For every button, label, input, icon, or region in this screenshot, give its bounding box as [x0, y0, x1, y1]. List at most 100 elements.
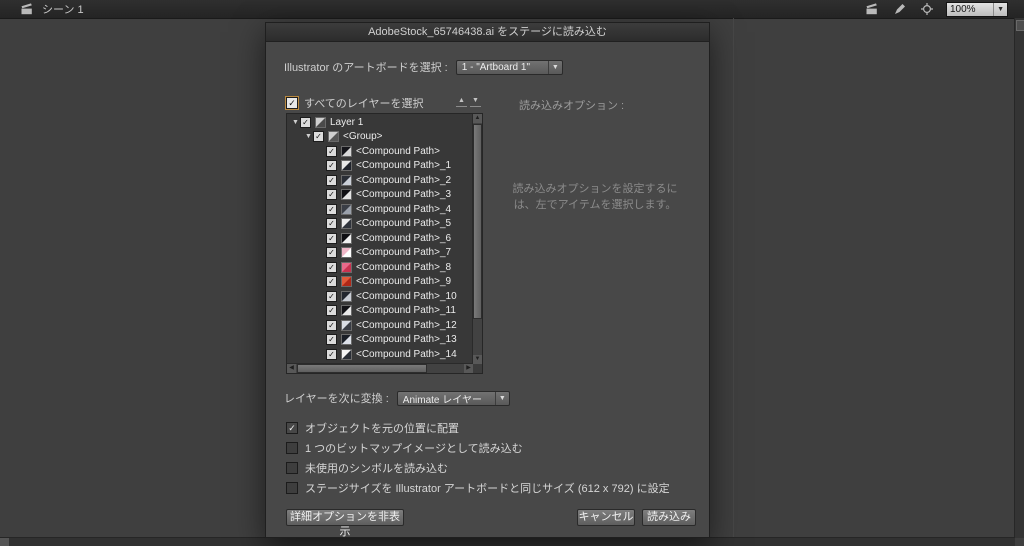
- option-row[interactable]: ✓オブジェクトを元の位置に配置: [286, 422, 670, 433]
- layer-row[interactable]: ✓ <Compound Path>: [287, 144, 473, 159]
- layer-thumbnail: [328, 131, 339, 142]
- select-all-layers-label: すべてのレイヤーを選択: [304, 95, 423, 111]
- layer-label: <Group>: [343, 131, 382, 142]
- convert-layers-select[interactable]: Animate レイヤー ▼: [397, 391, 510, 406]
- layer-checkbox[interactable]: ✓: [300, 117, 311, 128]
- layer-label: <Compound Path>_11: [356, 305, 456, 316]
- layer-row[interactable]: ✓<Compound Path>_14: [287, 347, 473, 362]
- layer-checkbox[interactable]: ✓: [326, 305, 337, 316]
- layer-row[interactable]: ✓ <Compound Path>_5: [287, 217, 473, 232]
- scroll-down-icon[interactable]: ▼: [473, 355, 482, 364]
- scrollbar-thumb[interactable]: [1016, 20, 1024, 31]
- scrollbar-corner: [473, 364, 482, 373]
- layer-checkbox[interactable]: ✓: [326, 349, 337, 360]
- layer-thumbnail: [341, 291, 352, 302]
- layer-label: Layer 1: [330, 117, 363, 128]
- artboard-select[interactable]: 1 - "Artboard 1" ▼: [456, 60, 563, 75]
- center-frame-icon[interactable]: [919, 3, 934, 15]
- layer-checkbox[interactable]: ✓: [326, 175, 337, 186]
- stage-vertical-scrollbar[interactable]: [1014, 18, 1024, 538]
- layer-thumbnail: [341, 233, 352, 244]
- chevron-down-icon: ▼: [993, 3, 1004, 16]
- expander-icon[interactable]: ▼: [291, 119, 300, 126]
- layer-row[interactable]: ✓ <Compound Path>_10: [287, 289, 473, 304]
- layer-label: <Compound Path>_10: [356, 291, 457, 302]
- layer-checkbox[interactable]: ✓: [326, 276, 337, 287]
- scroll-up-icon[interactable]: ▲: [473, 114, 482, 123]
- layer-label: <Compound Path>: [356, 146, 440, 157]
- layer-label: <Compound Path>_13: [356, 334, 457, 345]
- layer-thumbnail: [341, 349, 352, 360]
- import-options-hint: 読み込みオプションを設定するには、左でアイテムを選択します。: [512, 181, 678, 213]
- layer-row[interactable]: ▼✓ <Group>: [287, 130, 473, 145]
- layer-thumbnail: [341, 262, 352, 273]
- layer-thumbnail: [341, 189, 352, 200]
- artboard-select-label: Illustrator のアートボードを選択 :: [284, 59, 448, 75]
- edit-scene-icon[interactable]: [865, 3, 880, 15]
- layer-checkbox[interactable]: ✓: [326, 334, 337, 345]
- layer-row[interactable]: ✓ <Compound Path>_4: [287, 202, 473, 217]
- layer-thumbnail: [341, 320, 352, 331]
- layer-checkbox[interactable]: ✓: [326, 291, 337, 302]
- layer-label: <Compound Path>_4: [356, 204, 451, 215]
- stage-horizontal-scrollbar[interactable]: [0, 537, 1015, 546]
- layer-checkbox[interactable]: ✓: [326, 320, 337, 331]
- layer-checkbox[interactable]: ✓: [326, 218, 337, 229]
- layer-list-horizontal-scrollbar[interactable]: ◀ ▶: [287, 363, 473, 373]
- layer-checkbox[interactable]: ✓: [326, 233, 337, 244]
- layer-thumbnail: [341, 175, 352, 186]
- scrollbar-thumb[interactable]: [473, 124, 482, 319]
- expand-all-icon[interactable]: ▲: [456, 95, 467, 107]
- layer-thumbnail: [341, 146, 352, 157]
- zoom-select[interactable]: 100% ▼: [946, 2, 1008, 17]
- chevron-down-icon: ▼: [495, 392, 506, 405]
- layer-row[interactable]: ✓ <Compound Path>_12: [287, 318, 473, 333]
- chevron-down-icon: ▼: [548, 61, 559, 74]
- layer-checkbox[interactable]: ✓: [326, 262, 337, 273]
- layer-checkbox[interactable]: ✓: [326, 247, 337, 258]
- option-checkbox[interactable]: ✓: [286, 422, 298, 434]
- scrollbar-thumb[interactable]: [297, 364, 427, 373]
- layer-row[interactable]: ✓ <Compound Path>_9: [287, 275, 473, 290]
- scene-label: シーン 1: [42, 1, 84, 17]
- layer-thumbnail: [341, 204, 352, 215]
- layer-row[interactable]: ▼✓ Layer 1: [287, 115, 473, 130]
- edit-bar: シーン 1 100% ▼: [0, 0, 1024, 19]
- option-row[interactable]: ステージサイズを Illustrator アートボードと同じサイズ (612 x…: [286, 482, 670, 493]
- layer-checkbox[interactable]: ✓: [326, 189, 337, 200]
- layer-row[interactable]: ✓<Compound Path>_7: [287, 246, 473, 261]
- import-button[interactable]: 読み込み: [642, 509, 696, 526]
- option-checkbox[interactable]: [286, 462, 298, 474]
- layer-row[interactable]: ✓ <Compound Path>_6: [287, 231, 473, 246]
- layer-checkbox[interactable]: ✓: [313, 131, 324, 142]
- option-checkbox[interactable]: [286, 442, 298, 454]
- layer-thumbnail: [341, 160, 352, 171]
- layer-row[interactable]: ✓<Compound Path>_1: [287, 159, 473, 174]
- edit-symbol-icon[interactable]: [892, 3, 907, 15]
- scroll-right-icon[interactable]: ▶: [464, 364, 473, 373]
- layer-label: <Compound Path>_6: [356, 233, 451, 244]
- layer-checkbox[interactable]: ✓: [326, 146, 337, 157]
- layer-label: <Compound Path>_9: [356, 276, 451, 287]
- expander-icon[interactable]: ▼: [304, 133, 313, 140]
- option-checkbox[interactable]: [286, 482, 298, 494]
- layer-row[interactable]: ✓ <Compound Path>_11: [287, 304, 473, 319]
- scroll-left-icon[interactable]: ◀: [287, 364, 296, 373]
- layer-row[interactable]: ✓<Compound Path>_3: [287, 188, 473, 203]
- select-all-layers-checkbox[interactable]: ✓: [286, 97, 298, 109]
- layer-row[interactable]: ✓ <Compound Path>_2: [287, 173, 473, 188]
- layer-label: <Compound Path>_12: [356, 320, 457, 331]
- layer-list-vertical-scrollbar[interactable]: ▲ ▼: [472, 114, 482, 364]
- layer-label: <Compound Path>_2: [356, 175, 451, 186]
- option-row[interactable]: 未使用のシンボルを読み込む: [286, 462, 670, 473]
- layer-checkbox[interactable]: ✓: [326, 160, 337, 171]
- layer-row[interactable]: ✓ <Compound Path>_13: [287, 333, 473, 348]
- option-row[interactable]: 1 つのビットマップイメージとして読み込む: [286, 442, 670, 453]
- collapse-all-icon[interactable]: ▼: [470, 95, 481, 107]
- dialog-checkbox-group: ✓オブジェクトを元の位置に配置 1 つのビットマップイメージとして読み込む未使用の…: [286, 422, 670, 502]
- cancel-button[interactable]: キャンセル: [577, 509, 635, 526]
- layer-row[interactable]: ✓<Compound Path>_8: [287, 260, 473, 275]
- layer-label: <Compound Path>_5: [356, 218, 451, 229]
- hide-advanced-options-button[interactable]: 詳細オプションを非表示: [286, 509, 404, 526]
- layer-checkbox[interactable]: ✓: [326, 204, 337, 215]
